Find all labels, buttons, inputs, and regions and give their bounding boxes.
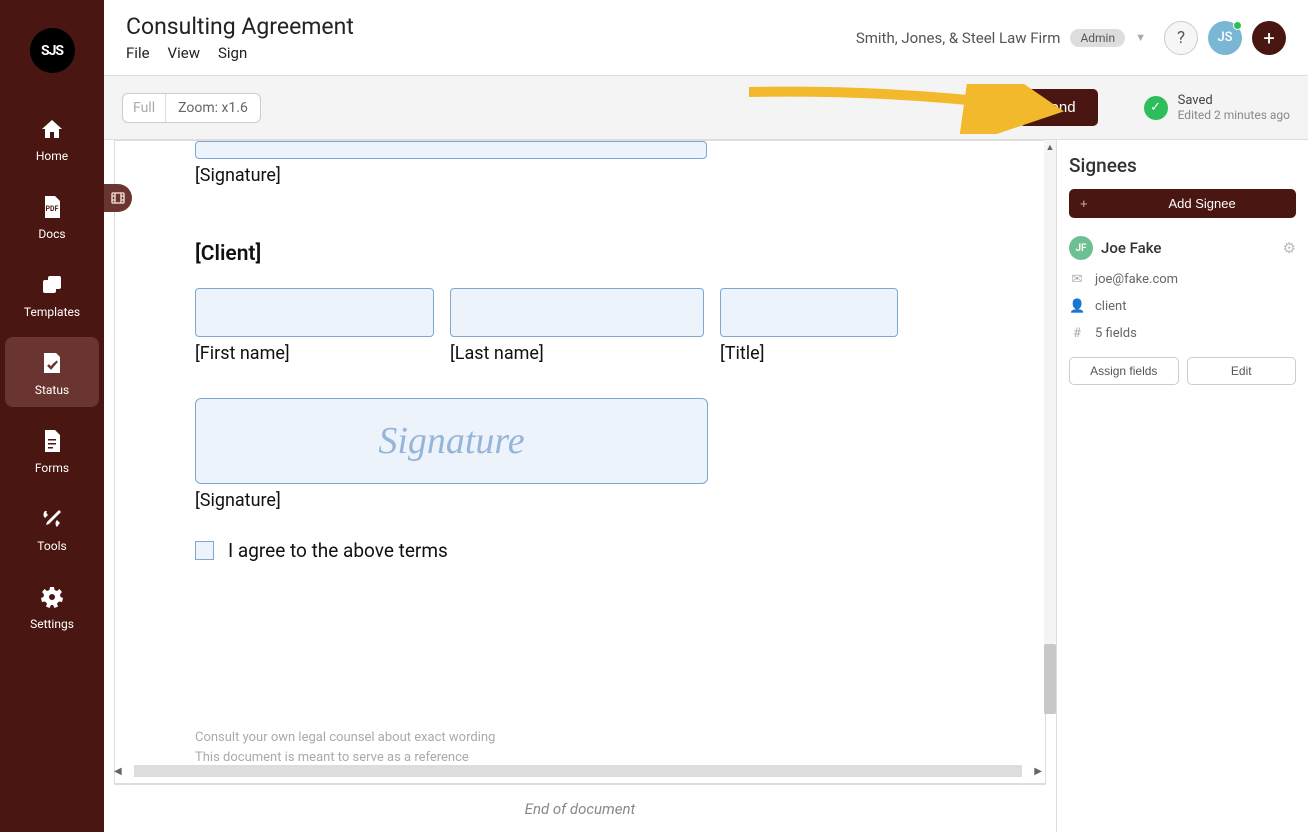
sidebar-item-status[interactable]: Status bbox=[5, 337, 99, 407]
sidebar-item-label: Tools bbox=[37, 539, 66, 553]
status-icon bbox=[40, 349, 64, 377]
field-label-firstname: [First name] bbox=[195, 343, 434, 364]
help-button[interactable]: ? bbox=[1164, 21, 1198, 55]
check-icon: ✓ bbox=[1144, 96, 1168, 120]
plus-icon: + bbox=[1076, 196, 1092, 211]
sidebar-item-label: Status bbox=[35, 383, 69, 397]
signees-panel: Signees + Add Signee JF Joe Fake ⚙ ✉ joe@… bbox=[1056, 140, 1308, 832]
zoom-level[interactable]: Zoom: x1.6 bbox=[166, 94, 260, 122]
toolbar: Full Zoom: x1.6 Send ✓ Saved Edited 2 mi… bbox=[104, 76, 1308, 140]
forms-icon bbox=[42, 427, 62, 455]
menu-sign[interactable]: Sign bbox=[218, 44, 247, 62]
first-name-field[interactable] bbox=[195, 288, 434, 337]
menu-file[interactable]: File bbox=[126, 44, 150, 62]
scrollbar-track[interactable] bbox=[134, 765, 1023, 777]
last-name-field[interactable] bbox=[450, 288, 704, 337]
sidebar-item-label: Settings bbox=[30, 617, 74, 631]
sidebar-item-tools[interactable]: Tools bbox=[5, 493, 99, 563]
hash-icon: # bbox=[1069, 326, 1085, 341]
sidebar-item-label: Home bbox=[36, 149, 68, 163]
send-button[interactable]: Send bbox=[1019, 89, 1098, 126]
add-signee-button[interactable]: + Add Signee bbox=[1069, 189, 1296, 218]
app-logo[interactable]: SJS bbox=[30, 28, 75, 73]
sidebar-item-label: Templates bbox=[24, 305, 80, 319]
footer-disclaimer: Consult your own legal counsel about exa… bbox=[195, 728, 495, 767]
edit-signee-button[interactable]: Edit bbox=[1187, 357, 1297, 385]
signee-email: joe@fake.com bbox=[1095, 272, 1178, 287]
section-heading-client: [Client] bbox=[195, 242, 965, 266]
admin-badge: Admin bbox=[1070, 29, 1125, 47]
email-icon: ✉ bbox=[1069, 272, 1085, 287]
vertical-scrollbar[interactable]: ▲ bbox=[1044, 140, 1056, 714]
sidebar-item-forms[interactable]: Forms bbox=[5, 415, 99, 485]
svg-text:PDF: PDF bbox=[46, 205, 59, 213]
title-field[interactable] bbox=[720, 288, 898, 337]
sidebar-item-settings[interactable]: Settings bbox=[5, 571, 99, 641]
zoom-full[interactable]: Full bbox=[123, 94, 166, 122]
field-label-lastname: [Last name] bbox=[450, 343, 704, 364]
document-title: Consulting Agreement bbox=[126, 13, 354, 40]
chevron-down-icon[interactable]: ▼ bbox=[1135, 31, 1146, 44]
zoom-control[interactable]: Full Zoom: x1.6 bbox=[122, 93, 261, 123]
signee-avatar: JF bbox=[1069, 236, 1093, 260]
signee-name: Joe Fake bbox=[1101, 239, 1275, 257]
user-avatar[interactable]: JS bbox=[1208, 21, 1242, 55]
scroll-left-icon[interactable]: ◀ bbox=[114, 766, 122, 777]
person-icon: 👤 bbox=[1069, 299, 1085, 314]
firm-name: Smith, Jones, & Steel Law Firm bbox=[856, 29, 1061, 47]
field-label-signature: [Signature] bbox=[195, 165, 965, 186]
drawer-toggle[interactable] bbox=[104, 184, 132, 212]
signature-field[interactable]: Signature bbox=[195, 398, 708, 484]
sidebar: SJS Home PDF Docs Templates Status Forms… bbox=[0, 0, 104, 832]
sidebar-item-label: Docs bbox=[38, 227, 65, 241]
scroll-up-icon[interactable]: ▲ bbox=[1044, 140, 1056, 154]
horizontal-scrollbar[interactable]: ◀ ▶ bbox=[114, 764, 1042, 778]
signee-card: JF Joe Fake ⚙ ✉ joe@fake.com 👤 client #5 f… bbox=[1069, 236, 1296, 385]
status-title: Saved bbox=[1178, 93, 1290, 108]
assign-fields-button[interactable]: Assign fields bbox=[1069, 357, 1179, 385]
sidebar-item-templates[interactable]: Templates bbox=[5, 259, 99, 329]
pdf-icon: PDF bbox=[42, 193, 62, 221]
templates-icon bbox=[40, 271, 64, 299]
signature-field-top[interactable] bbox=[195, 141, 707, 159]
settings-icon bbox=[41, 583, 63, 611]
sidebar-item-label: Forms bbox=[35, 461, 69, 475]
agree-checkbox[interactable] bbox=[195, 541, 214, 560]
status-subtitle: Edited 2 minutes ago bbox=[1178, 108, 1290, 122]
field-label-signature2: [Signature] bbox=[195, 490, 965, 511]
menu-view[interactable]: View bbox=[168, 44, 200, 62]
tools-icon bbox=[40, 505, 64, 533]
sidebar-item-docs[interactable]: PDF Docs bbox=[5, 181, 99, 251]
signee-fields: 5 fields bbox=[1095, 326, 1137, 341]
agree-text: I agree to the above terms bbox=[228, 539, 448, 562]
home-icon bbox=[40, 115, 64, 143]
signee-role: client bbox=[1095, 299, 1126, 314]
panel-title: Signees bbox=[1069, 154, 1296, 177]
header: Consulting Agreement File View Sign Smit… bbox=[104, 0, 1308, 76]
presence-dot bbox=[1233, 21, 1242, 30]
sidebar-item-home[interactable]: Home bbox=[5, 103, 99, 173]
gear-icon[interactable]: ⚙ bbox=[1283, 239, 1296, 257]
scroll-right-icon[interactable]: ▶ bbox=[1034, 766, 1042, 777]
add-button[interactable]: + bbox=[1252, 21, 1286, 55]
document-page: [Signature] [Client] [First name] [Last … bbox=[114, 140, 1046, 784]
field-label-title: [Title] bbox=[720, 343, 898, 364]
end-of-document: End of document bbox=[114, 784, 1046, 832]
scrollbar-thumb[interactable] bbox=[1044, 644, 1056, 714]
film-icon bbox=[111, 191, 125, 205]
document-viewport: [Signature] [Client] [First name] [Last … bbox=[104, 140, 1056, 832]
